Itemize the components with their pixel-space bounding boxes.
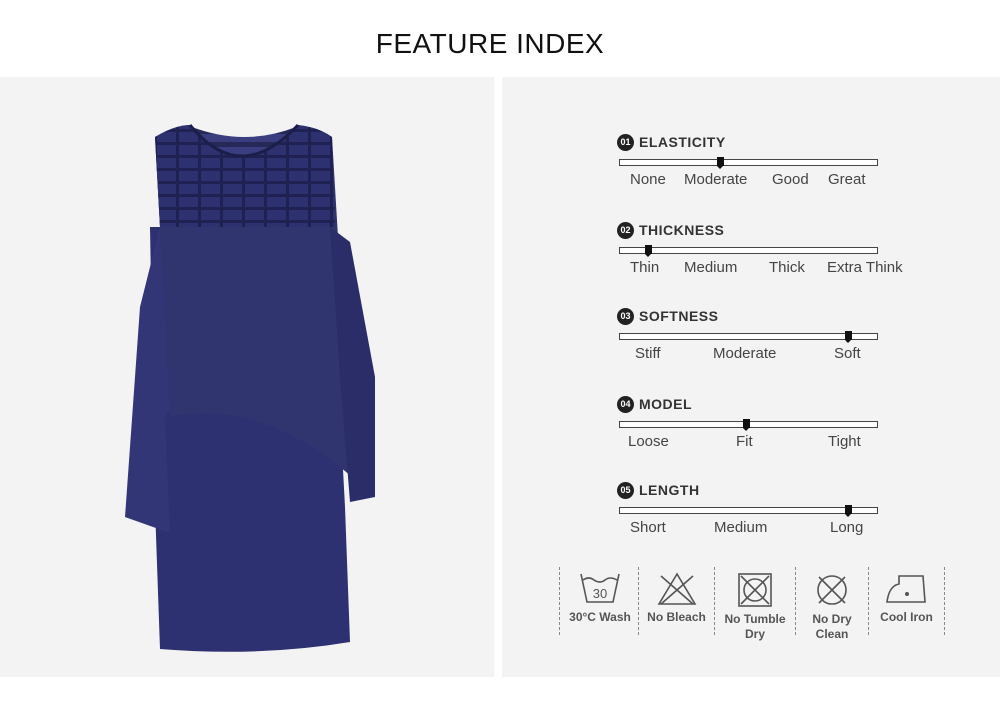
- feature-name: MODEL: [639, 396, 693, 412]
- scale-label: Loose: [628, 433, 669, 450]
- model-marker: [743, 419, 750, 431]
- scale-label: Extra Think: [827, 259, 903, 276]
- length-scale-track: [619, 505, 878, 517]
- scale-label: None: [630, 171, 666, 188]
- elasticity-marker: [717, 157, 724, 169]
- no-bleach-icon: [657, 572, 696, 605]
- feature-number-badge: 02: [617, 221, 634, 239]
- care-cool-iron: Cool Iron: [869, 572, 944, 625]
- feature-number-badge: 04: [617, 395, 634, 413]
- scale-label: Great: [828, 171, 866, 188]
- care-label: No Dry Clean: [812, 612, 852, 641]
- feature-elasticity: 01 ELASTICITY None Moderate Good Great: [617, 133, 917, 188]
- length-marker: [845, 505, 852, 517]
- thickness-marker: [645, 245, 652, 257]
- feature-name: ELASTICITY: [639, 134, 726, 150]
- scale-label: Good: [772, 171, 809, 188]
- scale-label: Fit: [736, 433, 753, 450]
- care-no-dry-clean: No Dry Clean: [796, 572, 868, 642]
- care-label: No Tumble Dry: [724, 612, 786, 641]
- scale-label: Moderate: [684, 171, 748, 188]
- scale-label: Long: [830, 519, 864, 536]
- feature-thickness: 02 THICKNESS Thin Medium Thick Extra Thi…: [617, 221, 917, 276]
- divider: [559, 567, 560, 635]
- feature-number-badge: 05: [617, 481, 634, 499]
- page-title: FEATURE INDEX: [375, 28, 605, 59]
- scale-label: Moderate: [713, 345, 777, 362]
- scale-label: Tight: [828, 433, 861, 450]
- model-scale-track: [619, 419, 878, 431]
- care-label: No Bleach: [647, 610, 706, 624]
- feature-softness: 03 SOFTNESS Stiff Moderate Soft: [617, 307, 917, 362]
- scale-label: Medium: [684, 259, 738, 276]
- no-dry-clean-icon: [817, 575, 847, 605]
- feature-name: SOFTNESS: [639, 308, 719, 324]
- wash-temp: 30: [593, 586, 607, 601]
- feature-index-panel: 01 ELASTICITY None Moderate Good Great 0…: [502, 77, 1000, 677]
- wash-30-icon: 30: [580, 573, 620, 603]
- thickness-scale-track: [619, 245, 878, 257]
- scale-label: Thick: [769, 259, 805, 276]
- divider: [944, 567, 945, 635]
- elasticity-scale-track: [619, 157, 878, 169]
- feature-length: 05 LENGTH Short Medium Long: [617, 481, 917, 536]
- dress-image: [125, 123, 375, 652]
- softness-marker: [845, 331, 852, 343]
- feature-number-badge: 01: [617, 133, 634, 151]
- cool-iron-icon: [885, 575, 926, 603]
- care-no-tumble-dry: No Tumble Dry: [715, 572, 795, 642]
- no-tumble-dry-icon: [738, 573, 772, 607]
- feature-model: 04 MODEL Loose Fit Tight: [617, 395, 917, 450]
- softness-scale-track: [619, 331, 878, 343]
- scale-label: Medium: [714, 519, 768, 536]
- care-wash: 30 30°C Wash: [562, 572, 638, 625]
- feature-name: LENGTH: [639, 482, 700, 498]
- scale-label: Short: [630, 519, 666, 536]
- feature-name: THICKNESS: [639, 222, 725, 238]
- care-no-bleach: No Bleach: [639, 572, 714, 625]
- scale-label: Thin: [630, 259, 660, 276]
- care-label: Cool Iron: [880, 610, 933, 624]
- scale-label: Stiff: [635, 345, 661, 362]
- feature-number-badge: 03: [617, 307, 634, 325]
- scale-label: Soft: [834, 345, 861, 362]
- care-instructions: 30 30°C Wash No Bleach No Tumble Dry No …: [559, 567, 949, 647]
- product-photo-panel: [0, 77, 494, 677]
- care-label: 30°C Wash: [569, 610, 631, 624]
